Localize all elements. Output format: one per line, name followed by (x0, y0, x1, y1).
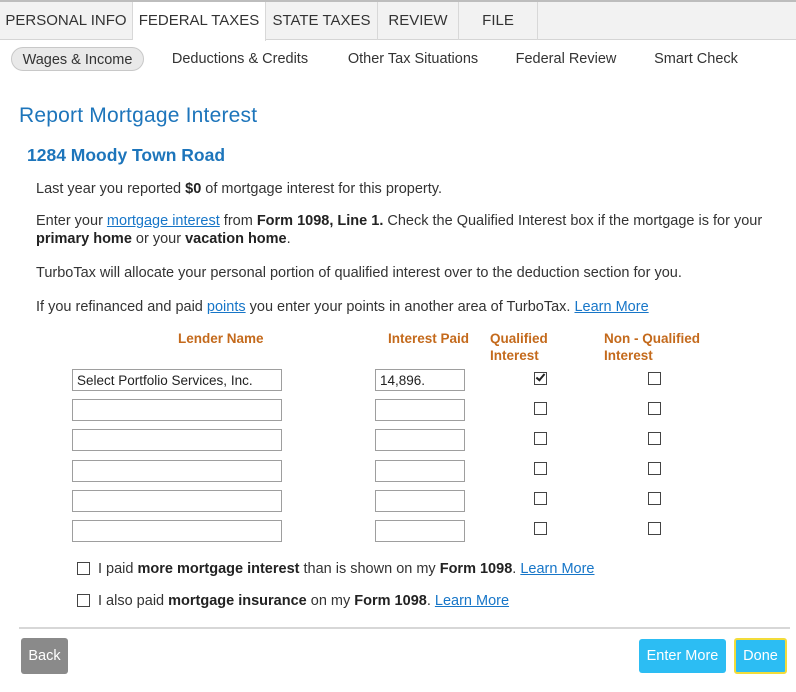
more-interest-label: I paid more mortgage interest than is sh… (98, 561, 595, 577)
tab-file[interactable]: FILE (459, 2, 538, 40)
more-interest-checkbox[interactable] (77, 562, 90, 575)
nonqualified-checkbox[interactable] (648, 492, 661, 505)
nonqualified-interest-header: Non - Qualified Interest (604, 331, 700, 363)
property-address: 1284 Moody Town Road (27, 145, 226, 165)
tab-federal-taxes[interactable]: FEDERAL TAXES (133, 2, 266, 41)
qualified-checkbox[interactable] (534, 402, 547, 415)
lender-name-input[interactable] (72, 429, 282, 451)
interest-paid-input[interactable] (375, 520, 465, 542)
qualified-checkbox[interactable] (534, 432, 547, 445)
nonqualified-checkbox[interactable] (648, 522, 661, 535)
tab-review[interactable]: REVIEW (378, 2, 459, 40)
subtab-deductions-credits[interactable]: Deductions & Credits (160, 47, 320, 71)
qualified-checkbox[interactable] (534, 522, 547, 535)
interest-paid-input[interactable] (375, 460, 465, 482)
qualified-checkbox[interactable] (534, 492, 547, 505)
qualified-interest-header: Qualified Interest (490, 331, 548, 363)
qualified-checkbox[interactable] (534, 462, 547, 475)
interest-paid-header: Interest Paid (388, 331, 470, 346)
qualified-checkbox[interactable] (534, 371, 547, 385)
interest-paid-input[interactable] (375, 369, 465, 391)
mortgage-insurance-label: I also paid mortgage insurance on my For… (98, 593, 510, 609)
lender-name-input[interactable] (72, 369, 282, 391)
page-title: Report Mortgage Interest (19, 104, 258, 127)
tab-personal-info[interactable]: PERSONAL INFO (0, 2, 133, 40)
subtab-smart-check[interactable]: Smart Check (643, 47, 749, 71)
enter-more-button[interactable]: Enter More (639, 639, 726, 673)
lender-name-input[interactable] (72, 399, 282, 421)
footer-divider (19, 627, 790, 629)
checkmark-icon (535, 371, 546, 382)
nonqualified-checkbox[interactable] (648, 462, 661, 475)
allocation-paragraph: TurboTax will allocate your personal por… (36, 265, 682, 281)
top-nav-bar: PERSONAL INFO FEDERAL TAXES STATE TAXES … (0, 0, 796, 41)
done-button[interactable]: Done (734, 638, 787, 674)
sub-nav-bar: Wages & Income Deductions & Credits Othe… (0, 40, 796, 78)
lender-name-input[interactable] (72, 460, 282, 482)
interest-paid-input[interactable] (375, 399, 465, 421)
subtab-wages-income[interactable]: Wages & Income (11, 47, 144, 71)
learn-more-points-link[interactable]: Learn More (574, 299, 648, 315)
lender-name-input[interactable] (72, 520, 282, 542)
learn-more-interest-link[interactable]: Learn More (520, 561, 594, 577)
refinance-paragraph: If you refinanced and paid points you en… (36, 299, 649, 315)
tab-state-taxes[interactable]: STATE TAXES (266, 2, 378, 40)
points-link[interactable]: points (207, 299, 246, 315)
last-year-paragraph: Last year you reported $0 of mortgage in… (36, 181, 442, 197)
instructions-paragraph: Enter your mortgage interest from Form 1… (36, 213, 763, 247)
nonqualified-checkbox[interactable] (648, 402, 661, 415)
mortgage-insurance-checkbox[interactable] (77, 594, 90, 607)
nonqualified-checkbox[interactable] (648, 432, 661, 445)
back-button[interactable]: Back (21, 638, 68, 674)
learn-more-insurance-link[interactable]: Learn More (435, 593, 509, 609)
nonqualified-checkbox[interactable] (648, 372, 661, 385)
mortgage-interest-link[interactable]: mortgage interest (107, 213, 220, 229)
interest-paid-input[interactable] (375, 429, 465, 451)
subtab-federal-review[interactable]: Federal Review (506, 47, 626, 71)
subtab-other-tax-situations[interactable]: Other Tax Situations (338, 47, 488, 71)
lender-name-header: Lender Name (178, 331, 264, 346)
lender-name-input[interactable] (72, 490, 282, 512)
interest-paid-input[interactable] (375, 490, 465, 512)
